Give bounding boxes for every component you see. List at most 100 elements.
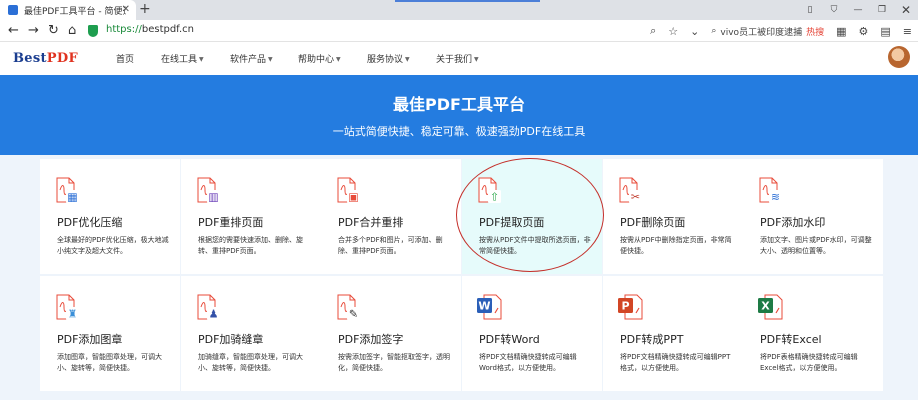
tool-name: PDF添加图章 [57,333,123,346]
svg-text:P: P [621,300,629,313]
tool-name: PDF添加签字 [338,333,404,346]
tool-card[interactable]: W PDF转Word 将PDF文档精确快捷转成可编辑Word格式，以方便使用。 [462,276,602,391]
nav-help-center[interactable]: 帮助中心 ▼ [298,52,341,65]
close-tab-icon[interactable]: ✕ [122,4,130,15]
tool-card[interactable]: ▥ PDF重排页面 根据您的需要快速添加、删除、旋转、重排PDF页面。 [181,159,321,274]
banner-subtitle: 一站式简便快捷、稳定可靠、极速强劲PDF在线工具 [332,125,586,138]
chevron-down-icon: ▼ [268,56,273,63]
nav-about-us[interactable]: 关于我们 ▼ [436,52,479,65]
chevron-down-icon: ▼ [474,56,479,63]
svg-text:▦: ▦ [67,191,77,204]
restore-icon[interactable]: ❐ [870,0,894,20]
svg-text:≋: ≋ [771,191,780,204]
tool-description: 全球最好的PDF优化压缩，极大地减小纯文字及超大文件。 [57,236,169,255]
tool-card[interactable]: ▦ PDF优化压缩 全球最好的PDF优化压缩，极大地减小纯文字及超大文件。 [40,159,180,274]
excel-icon: X [755,292,785,322]
bookmark-star-icon[interactable]: ☆ [668,25,678,38]
site-header: BestPDF 首页 在线工具 ▼ 软件产品 ▼ 帮助中心 ▼ 服务协议 ▼ 关于我们 ▼ [0,42,918,75]
tool-card[interactable]: ♟ PDF加骑缝章 加骑缝章，智能图章处理，可调大小、旋转等，简便快捷。 [181,276,321,391]
svg-text:W: W [478,300,490,313]
pdf-merge-icon: ▣ [333,175,363,205]
dropdown-icon[interactable]: ⌄ [690,25,699,38]
ppt-icon: P [615,292,645,322]
tool-card[interactable]: ♜ PDF添加图章 添加图章，智能图章处理，可调大小、旋转等，简便快捷。 [40,276,180,391]
chevron-down-icon: ▼ [405,56,410,63]
menu-icon[interactable]: ≡ [903,25,912,38]
loading-indicator [395,0,540,2]
browser-tab[interactable]: 最佳PDF工具平台 - 简便迅捷 ✕ [0,0,136,20]
tool-name: PDF优化压缩 [57,216,123,229]
tool-description: 合并多个PDF和图片，可添加、删除、重排PDF页面。 [338,236,443,255]
banner-title: 最佳PDF工具平台 [393,95,525,114]
tool-card[interactable]: ✎ PDF添加签字 按需添加签字，智能抠取签字，透明化，简便快捷。 [321,276,461,391]
nav-online-tools[interactable]: 在线工具 ▼ [161,52,204,65]
forward-icon[interactable]: → [28,23,39,39]
tool-description: 将PDF文档精确快捷转成可编辑Word格式，以方便使用。 [479,353,577,372]
tool-name: PDF加骑缝章 [198,333,264,346]
back-icon[interactable]: ← [8,23,19,39]
chevron-down-icon: ▼ [199,56,204,63]
pdf-watermark-icon: ≋ [755,175,785,205]
svg-text:X: X [761,300,770,313]
red-annotation-circle [456,158,604,272]
close-window-icon[interactable]: ✕ [894,0,918,20]
chevron-down-icon: ▼ [336,56,341,63]
reload-icon[interactable]: ↻ [48,23,59,39]
pdf-compress-icon: ▦ [52,175,82,205]
security-shield-icon[interactable] [88,25,98,37]
tool-card[interactable]: P PDF转成PPT 将PDF文档精确快捷转成可编辑PPT格式，以方便使用。 [603,276,743,391]
settings-icon[interactable]: ⚙ [859,25,869,38]
extensions-icon[interactable]: ▤ [880,25,890,38]
nav-service-agreement[interactable]: 服务协议 ▼ [367,52,410,65]
svg-text:✎: ✎ [349,308,358,321]
address-bar: ← → ↻ ⌂ https://bestpdf.cn ⌕ ☆ ⌄ ⌕ vivo员… [0,20,918,42]
tool-name: PDF添加水印 [760,216,826,229]
tool-description: 将PDF表格精确快捷转成可编辑Excel格式，以方便使用。 [760,353,858,372]
tool-name: PDF删除页面 [620,216,686,229]
tool-description: 按需添加签字，智能抠取签字，透明化，简便快捷。 [338,353,450,372]
minimize-icon[interactable]: — [846,0,870,20]
tool-name: PDF重排页面 [198,216,264,229]
tool-card[interactable]: ✂ PDF删除页面 按需从PDF中删除指定页面，非常简便快捷。 [603,159,743,274]
svg-text:▣: ▣ [348,191,358,204]
tool-description: 按需从PDF中删除指定页面，非常简便快捷。 [620,236,732,255]
zoom-icon[interactable]: ⌕ [650,24,656,38]
apps-grid-icon[interactable]: ▦ [836,25,846,38]
tool-description: 将PDF文档精确快捷转成可编辑PPT格式，以方便使用。 [620,353,731,372]
shirt-icon[interactable]: ⛉ [822,0,846,20]
hero-banner: 最佳PDF工具平台 一站式简便快捷、稳定可靠、极速强劲PDF在线工具 [0,75,918,155]
search-icon: ⌕ [711,26,717,36]
browser-tab-bar: 最佳PDF工具平台 - 简便迅捷 ✕ + ▯ ⛉ — ❐ ✕ [0,0,918,20]
user-avatar[interactable] [888,46,910,68]
svg-text:♟: ♟ [209,308,219,321]
tool-name: PDF合并重排 [338,216,404,229]
bestpdf-logo[interactable]: BestPDF [13,51,78,66]
tool-card[interactable]: ≋ PDF添加水印 添加文字、图片或PDF水印，可调整大小、透明和位置等。 [743,159,883,274]
word-icon: W [474,292,504,322]
tool-card[interactable]: ▣ PDF合并重排 合并多个PDF和图片，可添加、删除、重排PDF页面。 [321,159,461,274]
tool-description: 加骑缝章，智能图章处理，可调大小、旋转等，简便快捷。 [198,353,303,372]
tool-card[interactable]: X PDF转Excel 将PDF表格精确快捷转成可编辑Excel格式，以方便使用… [743,276,883,391]
tab-title: 最佳PDF工具平台 - 简便迅捷 [24,6,126,17]
reader-icon[interactable]: ▯ [798,0,822,20]
nav-software-products[interactable]: 软件产品 ▼ [230,52,273,65]
tool-name: PDF转成PPT [620,333,684,346]
window-controls: ▯ ⛉ — ❐ ✕ [798,0,918,20]
svg-text:▥: ▥ [208,191,218,204]
pdf-delete-icon: ✂ [615,175,645,205]
tool-name: PDF转Excel [760,333,822,346]
url-field[interactable]: https://bestpdf.cn [106,24,194,35]
home-icon[interactable]: ⌂ [68,23,76,39]
pdf-signature-icon: ✎ [333,292,363,322]
nav-home[interactable]: 首页 [116,52,134,65]
tool-description: 根据您的需要快速添加、删除、旋转、重排PDF页面。 [198,236,303,255]
new-tab-button[interactable]: + [139,1,151,17]
site-favicon-icon [8,5,18,15]
svg-text:✂: ✂ [631,191,640,204]
tool-description: 添加文字、图片或PDF水印，可调整大小、透明和位置等。 [760,236,872,255]
pdf-seam-stamp-icon: ♟ [193,292,223,322]
hot-search-badge: 热搜 [806,27,825,38]
tool-name: PDF转Word [479,333,540,346]
svg-text:♜: ♜ [68,308,78,321]
hot-search-box[interactable]: ⌕ vivo员工被印度逮捕 热搜 [711,25,824,38]
